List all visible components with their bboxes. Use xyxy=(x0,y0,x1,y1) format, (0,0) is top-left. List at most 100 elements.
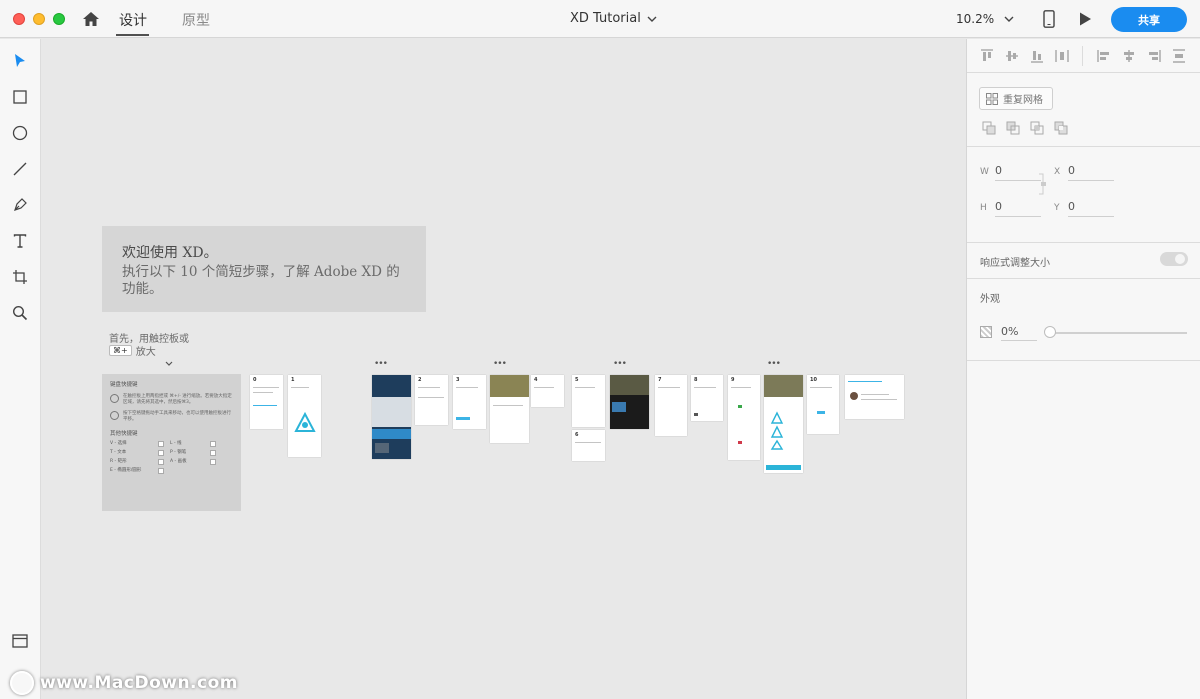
boolean-exclude-icon[interactable] xyxy=(1054,121,1068,135)
welcome-title: 欢迎使用 XD。 xyxy=(122,245,218,261)
design-canvas[interactable]: 欢迎使用 XD。 执行以下 10 个简短步骤，了解 Adobe XD 的功能。 … xyxy=(41,39,966,699)
artboard-9[interactable]: 9 xyxy=(728,375,760,460)
artboard-10[interactable]: 10 xyxy=(807,375,839,434)
artboard-text-line xyxy=(493,405,523,406)
repeat-grid-button[interactable]: 重复网格 xyxy=(979,87,1053,110)
align-top-icon[interactable] xyxy=(980,49,994,63)
y-input[interactable]: 0 xyxy=(1068,200,1114,217)
boolean-intersect-icon[interactable] xyxy=(1030,121,1044,135)
artboard-0[interactable]: 0 xyxy=(250,375,283,429)
artboard-text-line xyxy=(861,394,889,395)
artboard-text-line xyxy=(253,387,279,388)
share-button[interactable]: 共享 xyxy=(1111,7,1187,32)
artboard-text-line xyxy=(456,387,478,388)
artboard-photo xyxy=(610,375,649,395)
select-icon[interactable] xyxy=(10,51,30,71)
artboard-8[interactable]: 8 xyxy=(691,375,723,421)
align-middle-icon[interactable] xyxy=(1005,49,1019,63)
mobile-device-icon[interactable] xyxy=(1042,10,1056,28)
opacity-input[interactable]: 0% xyxy=(1001,325,1037,341)
opacity-slider[interactable] xyxy=(1051,332,1187,334)
align-left-icon[interactable] xyxy=(1097,49,1111,63)
window-close-button[interactable] xyxy=(13,13,25,25)
height-input[interactable]: 0 xyxy=(995,200,1041,217)
more-menu[interactable]: ••• xyxy=(374,359,388,369)
tab-design[interactable]: 设计 xyxy=(119,10,147,30)
artboard-5[interactable]: 5 xyxy=(572,375,605,427)
document-title-menu[interactable]: XD Tutorial xyxy=(570,11,657,26)
artboard-text-line xyxy=(738,405,742,408)
width-label: W xyxy=(980,167,989,177)
window-minimize-button[interactable] xyxy=(33,13,45,25)
section-divider xyxy=(967,242,1200,243)
artboard-1[interactable]: 1 xyxy=(288,375,321,457)
artboard-photo xyxy=(490,375,529,397)
opacity-slider-thumb[interactable] xyxy=(1044,326,1056,338)
chevron-down-icon xyxy=(165,361,173,366)
artboard-panel xyxy=(766,465,801,470)
more-menu[interactable]: ••• xyxy=(493,359,507,369)
artboard-text-line xyxy=(810,387,832,388)
artboard-4[interactable]: 4 xyxy=(531,375,564,407)
boolean-add-icon[interactable] xyxy=(982,121,996,135)
artboard-text-line xyxy=(575,387,595,388)
illustration-icon xyxy=(770,411,784,450)
artboard-number: 1 xyxy=(291,377,295,383)
artboard-number: 5 xyxy=(575,377,579,383)
artboard-2[interactable]: 2 xyxy=(415,375,448,425)
artboard-text-line xyxy=(731,387,751,388)
layers-icon[interactable] xyxy=(10,631,30,651)
zoom-hint-shortcut: ⌘+ 放大 xyxy=(109,343,156,358)
shortcut-item: P - 钢笔 xyxy=(170,450,187,455)
zoom-icon[interactable] xyxy=(10,303,30,323)
artboard-final[interactable] xyxy=(845,375,904,419)
tab-prototype[interactable]: 原型 xyxy=(182,10,210,30)
more-menu[interactable]: ••• xyxy=(767,359,781,369)
section-divider xyxy=(967,146,1200,147)
artboard-photo[interactable] xyxy=(490,375,529,443)
boolean-subtract-icon[interactable] xyxy=(1006,121,1020,135)
shortcut-tip-text: 在触控板上用两指捏或 ⌘+/- 进行缩放。若要放大指定区域，请先将其选中，然后按… xyxy=(123,394,232,405)
window-maximize-button[interactable] xyxy=(53,13,65,25)
shortcuts-title: 键盘快捷键 xyxy=(110,382,138,388)
section-divider xyxy=(967,278,1200,279)
artboard-dark-photo[interactable] xyxy=(610,375,649,429)
artboard-number: 8 xyxy=(694,377,698,383)
welcome-card: 欢迎使用 XD。 执行以下 10 个简短步骤，了解 Adobe XD 的功能。 xyxy=(102,226,426,312)
distribute-vertical-icon[interactable] xyxy=(1172,49,1186,63)
text-icon[interactable] xyxy=(10,231,30,251)
align-right-icon[interactable] xyxy=(1147,49,1161,63)
tool-bar xyxy=(0,39,41,699)
rectangle-icon[interactable] xyxy=(10,87,30,107)
zoom-value: 10.2% xyxy=(956,12,995,26)
lock-aspect-icon[interactable] xyxy=(1038,173,1048,195)
shortcut-tip: 按下空格键拖动手工具来移动，也可以使用触控板进行平移。 xyxy=(110,411,233,423)
artboard-3[interactable]: 3 xyxy=(453,375,486,429)
artboard-mobile[interactable] xyxy=(764,375,803,473)
ellipse-icon[interactable] xyxy=(10,123,30,143)
responsive-resize-toggle[interactable] xyxy=(1160,252,1188,266)
artboard-text-line xyxy=(253,405,277,406)
document-title: XD Tutorial xyxy=(570,11,641,26)
watermark-text: www.MacDown.com xyxy=(40,673,238,693)
pen-icon[interactable] xyxy=(10,195,30,215)
artboard-text-line xyxy=(575,442,601,443)
align-center-icon[interactable] xyxy=(1122,49,1136,63)
more-menu[interactable]: ••• xyxy=(613,359,627,369)
welcome-subtitle: 执行以下 10 个简短步骤，了解 Adobe XD 的功能。 xyxy=(122,264,400,297)
artboard-icon[interactable] xyxy=(10,267,30,287)
distribute-horizontal-icon[interactable] xyxy=(1055,49,1069,63)
shortcut-glyph-icon xyxy=(158,459,164,465)
artboard-dark[interactable] xyxy=(372,375,411,459)
repeat-grid-label: 重复网格 xyxy=(1003,95,1043,106)
artboard-6[interactable]: 6 xyxy=(572,430,605,461)
align-bottom-icon[interactable] xyxy=(1030,49,1044,63)
other-shortcuts-title: 其他快捷键 xyxy=(110,431,138,437)
artboard-7[interactable]: 7 xyxy=(655,375,687,436)
width-input[interactable]: 0 xyxy=(995,164,1041,181)
play-icon[interactable] xyxy=(1077,11,1093,27)
x-input[interactable]: 0 xyxy=(1068,164,1114,181)
zoom-select[interactable]: 10.2% xyxy=(950,6,1020,32)
home-icon[interactable] xyxy=(81,9,101,29)
line-icon[interactable] xyxy=(10,159,30,179)
